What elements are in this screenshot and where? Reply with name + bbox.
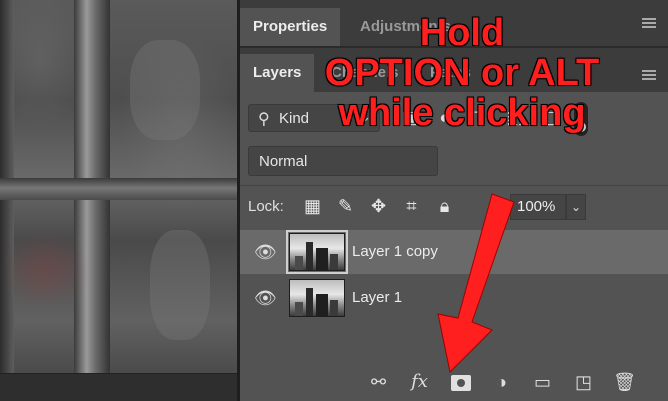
trash-icon[interactable]: 🗑︎ xyxy=(604,369,645,395)
lock-position-icon[interactable]: ✥ xyxy=(362,193,395,219)
blend-mode-value: Normal xyxy=(259,153,308,170)
canvas-image-tint xyxy=(0,230,90,310)
instruction-annotation: Hold OPTION or ALT while clicking xyxy=(262,12,662,134)
canvas-image-blotch xyxy=(130,40,200,140)
annotation-line: OPTION or ALT xyxy=(324,51,600,94)
canvas-image-detail xyxy=(0,0,14,401)
canvas-image-rail xyxy=(0,178,237,200)
annotation-line: Hold xyxy=(419,12,505,54)
layer-thumbnail xyxy=(289,279,345,317)
annotation-line: while clicking xyxy=(338,91,586,134)
opacity-dropdown-button[interactable]: ⌄ xyxy=(566,194,586,220)
visibility-eye-icon[interactable]: 👁︎ xyxy=(254,288,277,309)
layer-name[interactable]: Layer 1 xyxy=(352,289,402,306)
canvas-image-pole xyxy=(74,0,110,401)
new-layer-icon[interactable]: ◳ xyxy=(563,369,604,395)
blend-mode-select[interactable]: Normal xyxy=(248,146,438,176)
document-canvas[interactable] xyxy=(0,0,237,401)
layer-thumbnail xyxy=(286,230,348,274)
canvas-pasteboard xyxy=(0,373,237,401)
link-icon[interactable]: ⚯ xyxy=(358,369,399,395)
annotation-arrow xyxy=(437,193,515,374)
canvas-image-blotch xyxy=(150,230,210,340)
lock-image-icon[interactable]: ✎ xyxy=(329,193,362,219)
visibility-eye-icon[interactable]: 👁︎ xyxy=(254,242,277,263)
panel-separator xyxy=(240,185,668,186)
lock-transparent-icon[interactable]: ▦ xyxy=(296,193,329,219)
blend-mode-row: Normal xyxy=(240,144,668,178)
lock-label: Lock: xyxy=(248,198,284,215)
